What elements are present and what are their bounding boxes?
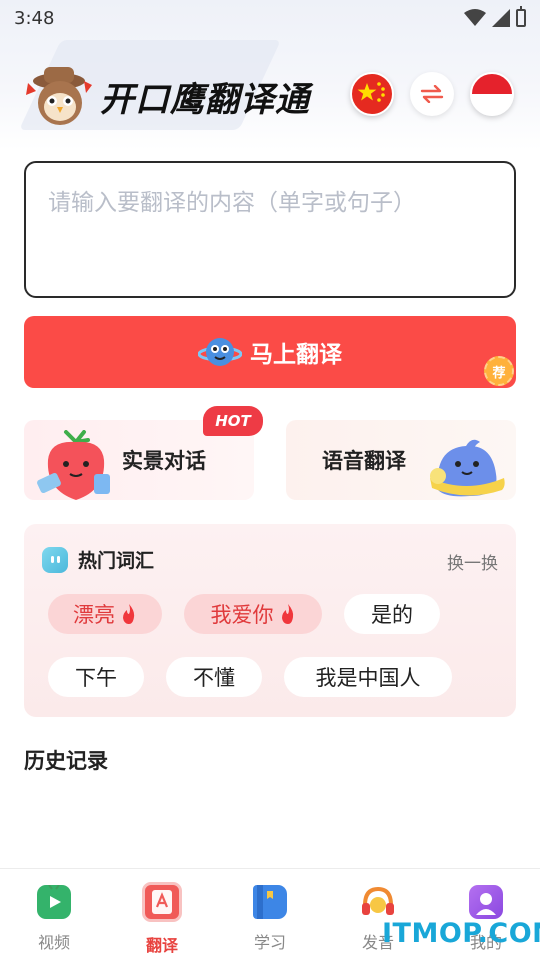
language-selector [350,72,514,116]
word-chip[interactable]: 下午 [48,657,144,697]
voice-translate-card[interactable]: 语音翻译 [286,420,516,500]
battery-icon [516,6,526,27]
word-chip-label: 不懂 [193,666,235,690]
flame-icon [123,604,135,624]
hot-words-icon [42,546,68,573]
headphones-icon [361,885,395,919]
word-chip-label: 漂亮 [73,603,115,627]
status-bar: 3:48 [0,0,540,36]
source-language-flag[interactable] [350,72,394,116]
china-flag-icon [357,82,385,102]
tab-label: 学习 [253,933,286,952]
status-icons [464,6,526,27]
blue-blob-mascot-icon [430,439,505,497]
eagle-mascot-icon [26,67,92,125]
hot-words-title: 热门词汇 [78,550,155,572]
translate-now-button[interactable]: 马上翻译 荐 [24,316,516,388]
word-chip[interactable]: 我是中国人 [284,657,452,697]
translation-input[interactable]: 请输入要翻译的内容（单字或句子） [24,161,516,298]
tab-study[interactable]: 学习 [216,869,324,960]
word-chip[interactable]: 我爱你 [184,594,322,634]
voice-translate-label: 语音翻译 [322,449,406,473]
hot-badge: HOT [203,406,263,436]
swap-language-button[interactable] [410,72,454,116]
word-chip-label: 我爱你 [210,603,274,627]
hot-words-panel: 热门词汇 换一换 漂亮 我爱你 是的 下午 不懂 我是中国人 [24,524,516,717]
translate-icon [142,882,182,922]
tab-video[interactable]: 视频 [0,869,108,960]
app-title: 开口鹰翻译通 [100,79,310,120]
tab-label: 翻译 [145,936,178,955]
input-placeholder: 请输入要翻译的内容（单字或句子） [48,190,416,216]
swap-icon [420,85,444,103]
word-chip-label: 我是中国人 [315,666,421,690]
site-watermark: ITMOP.COM [382,918,540,949]
tab-label: 视频 [37,933,70,952]
profile-icon [469,885,503,919]
refresh-words-button[interactable]: 换一换 [447,549,498,574]
translate-button-label: 马上翻译 [250,342,342,368]
flame-icon [281,604,293,624]
signal-icon [492,9,510,27]
planet-mascot-icon [198,338,242,366]
video-icon [37,884,71,919]
status-time: 3:48 [14,7,55,29]
app-header: 开口鹰翻译通 [22,62,522,130]
word-chip[interactable]: 漂亮 [48,594,162,634]
strawberry-mascot-icon [37,430,110,500]
target-language-flag[interactable] [470,72,514,116]
recommend-badge: 荐 [484,356,514,386]
word-chip[interactable]: 是的 [344,594,440,634]
scene-dialogue-label: 实景对话 [122,449,206,473]
tab-translate[interactable]: 翻译 [108,869,216,960]
book-icon [253,885,287,919]
history-title: 历史记录 [24,749,108,773]
wifi-icon [464,9,486,26]
word-chip-label: 是的 [371,603,413,627]
word-chip[interactable]: 不懂 [166,657,262,697]
hot-words-header: 热门词汇 [42,546,154,573]
word-chip-label: 下午 [75,666,117,690]
